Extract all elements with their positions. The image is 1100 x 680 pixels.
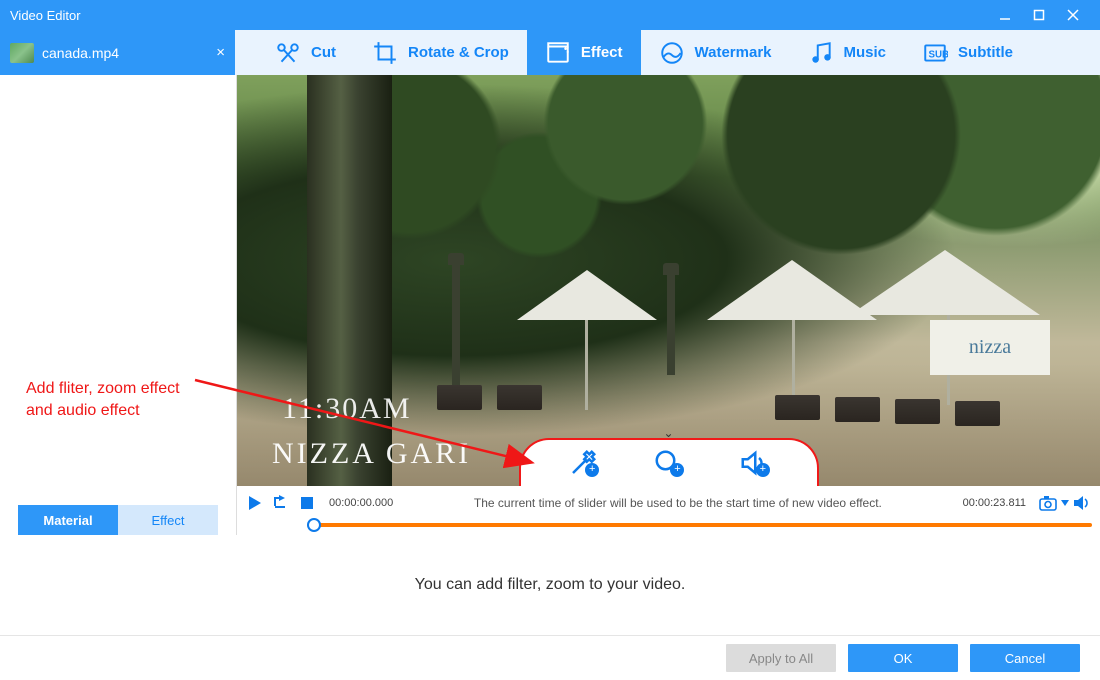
cancel-button[interactable]: Cancel — [970, 644, 1080, 672]
tool-tabs: Cut Rotate & Crop Effect Watermark Music… — [237, 30, 1100, 75]
subtitle-icon: SUB — [922, 40, 948, 66]
ok-button[interactable]: OK — [848, 644, 958, 672]
effect-icon — [545, 40, 571, 66]
tab-rotate-crop[interactable]: Rotate & Crop — [354, 30, 527, 75]
current-time: 00:00:00.000 — [329, 497, 393, 509]
sidebar: Add fliter, zoom effect and audio effect… — [0, 75, 237, 535]
scissors-icon — [275, 40, 301, 66]
tab-music[interactable]: Music — [790, 30, 905, 75]
sidebar-tab-material[interactable]: Material — [18, 505, 118, 535]
snapshot-menu-button[interactable] — [1060, 493, 1070, 513]
tab-label: Subtitle — [958, 44, 1013, 61]
annotation-text: Add fliter, zoom effect and audio effect — [26, 378, 180, 422]
snapshot-button[interactable] — [1038, 493, 1058, 513]
tab-label: Rotate & Crop — [408, 44, 509, 61]
minimize-button[interactable] — [988, 0, 1022, 30]
slider-thumb[interactable] — [307, 518, 321, 532]
title-bar: Video Editor — [0, 0, 1100, 30]
tab-cut[interactable]: Cut — [257, 30, 354, 75]
tab-label: Watermark — [695, 44, 772, 61]
svg-text:SUB: SUB — [929, 49, 949, 60]
file-tab[interactable]: canada.mp4 × — [0, 30, 237, 75]
play-button[interactable] — [245, 493, 265, 513]
mid-message: You can add filter, zoom to your video. — [0, 535, 1100, 635]
volume-button[interactable] — [1072, 493, 1092, 513]
sign-text: nizza — [930, 320, 1050, 375]
tab-watermark[interactable]: Watermark — [641, 30, 790, 75]
add-zoom-button[interactable]: + — [648, 443, 688, 483]
close-file-icon[interactable]: × — [216, 44, 225, 61]
timeline-slider[interactable] — [307, 523, 1092, 527]
sidebar-tab-effect[interactable]: Effect — [118, 505, 218, 535]
overlay-time: 11:30AM — [282, 392, 412, 426]
tab-effect[interactable]: Effect — [527, 30, 641, 75]
sidebar-tabs: Material Effect — [0, 505, 236, 535]
step-frame-button[interactable] — [271, 493, 291, 513]
player-hint: The current time of slider will be used … — [399, 496, 956, 510]
timeline-row — [237, 519, 1100, 535]
main-panel: nizza 11:30AM NIZZA GARI ⌄ + + + — [237, 75, 1100, 535]
add-audio-effect-button[interactable]: + — [734, 443, 774, 483]
window-title: Video Editor — [10, 8, 81, 23]
sidebar-content: Add fliter, zoom effect and audio effect — [0, 75, 236, 505]
add-filter-button[interactable]: + — [563, 443, 603, 483]
music-icon — [808, 40, 834, 66]
tab-subtitle[interactable]: SUB Subtitle — [904, 30, 1031, 75]
stop-button[interactable] — [297, 493, 317, 513]
effect-tray: ⌄ + + + — [519, 438, 819, 486]
tab-label: Cut — [311, 44, 336, 61]
toolbar: canada.mp4 × Cut Rotate & Crop Effect Wa… — [0, 30, 1100, 75]
footer: Apply to All OK Cancel — [0, 635, 1100, 680]
close-button[interactable] — [1056, 0, 1090, 30]
player-bar: 00:00:00.000 The current time of slider … — [237, 486, 1100, 520]
video-preview[interactable]: nizza 11:30AM NIZZA GARI ⌄ + + + — [237, 75, 1100, 486]
tab-label: Music — [844, 44, 887, 61]
file-name: canada.mp4 — [42, 45, 208, 61]
crop-icon — [372, 40, 398, 66]
file-thumbnail — [10, 43, 34, 63]
watermark-icon — [659, 40, 685, 66]
total-time: 00:00:23.811 — [963, 497, 1026, 509]
overlay-title: NIZZA GARI — [272, 437, 471, 471]
chevron-down-icon[interactable]: ⌄ — [663, 426, 673, 440]
apply-to-all-button[interactable]: Apply to All — [726, 644, 836, 672]
maximize-button[interactable] — [1022, 0, 1056, 30]
video-frame: nizza 11:30AM NIZZA GARI — [237, 75, 1100, 486]
workarea: Add fliter, zoom effect and audio effect… — [0, 75, 1100, 535]
plus-icon: + — [670, 463, 684, 477]
plus-icon: + — [585, 463, 599, 477]
tab-label: Effect — [581, 44, 623, 61]
